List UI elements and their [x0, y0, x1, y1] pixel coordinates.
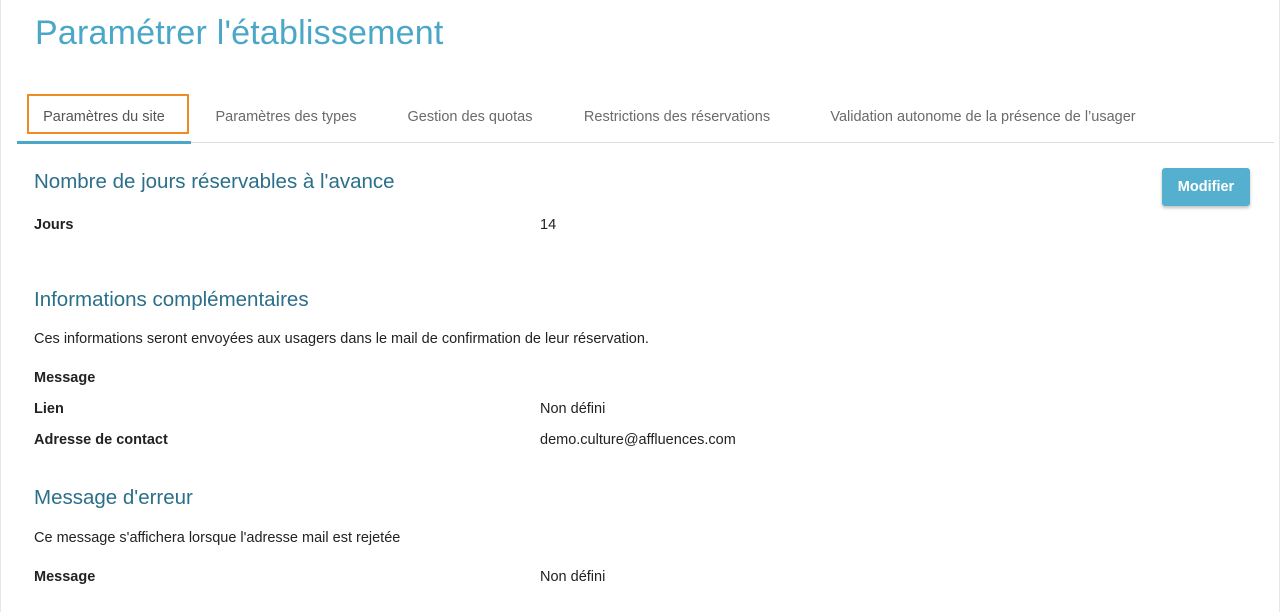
section-title-error-message: Message d'erreur	[34, 486, 193, 509]
contact-value: demo.culture@affluences.com	[540, 432, 736, 448]
tab-self-validation[interactable]: Validation autonome de la présence de l’…	[795, 93, 1171, 142]
error-message-description: Ce message s'affichera lorsque l'adresse…	[34, 530, 401, 546]
section-title-advance-days: Nombre de jours réservables à l'avance	[34, 170, 395, 193]
tab-label: Validation autonome de la présence de l’…	[830, 108, 1136, 125]
days-value: 14	[540, 217, 557, 233]
additional-info-description: Ces informations seront envoyées aux usa…	[34, 331, 649, 347]
section-title-additional-info: Informations complémentaires	[34, 288, 309, 311]
tab-site-settings[interactable]: Paramètres du site	[17, 93, 191, 144]
error-message-value: Non défini	[540, 569, 606, 585]
contact-label: Adresse de contact	[34, 432, 168, 448]
error-message-label: Message	[34, 569, 96, 585]
tab-quota-management[interactable]: Gestion des quotas	[381, 93, 559, 142]
days-label: Jours	[34, 217, 74, 233]
tab-bar: Paramètres du site Paramètres des types …	[17, 93, 1274, 144]
link-label: Lien	[34, 401, 64, 417]
tab-label: Paramètres du site	[43, 108, 165, 125]
tab-booking-restrictions[interactable]: Restrictions des réservations	[559, 93, 795, 142]
link-value: Non défini	[540, 401, 606, 417]
tab-label: Restrictions des réservations	[583, 108, 771, 125]
tab-label: Gestion des quotas	[407, 108, 533, 125]
modify-button[interactable]: Modifier	[1162, 168, 1250, 206]
settings-page: Paramétrer l'établissement Paramètres du…	[0, 0, 1280, 612]
page-title: Paramétrer l'établissement	[35, 14, 444, 52]
message-label: Message	[34, 370, 96, 386]
tab-active-underline	[17, 141, 191, 144]
tab-label: Paramètres des types	[215, 108, 357, 125]
tab-type-settings[interactable]: Paramètres des types	[191, 93, 381, 142]
